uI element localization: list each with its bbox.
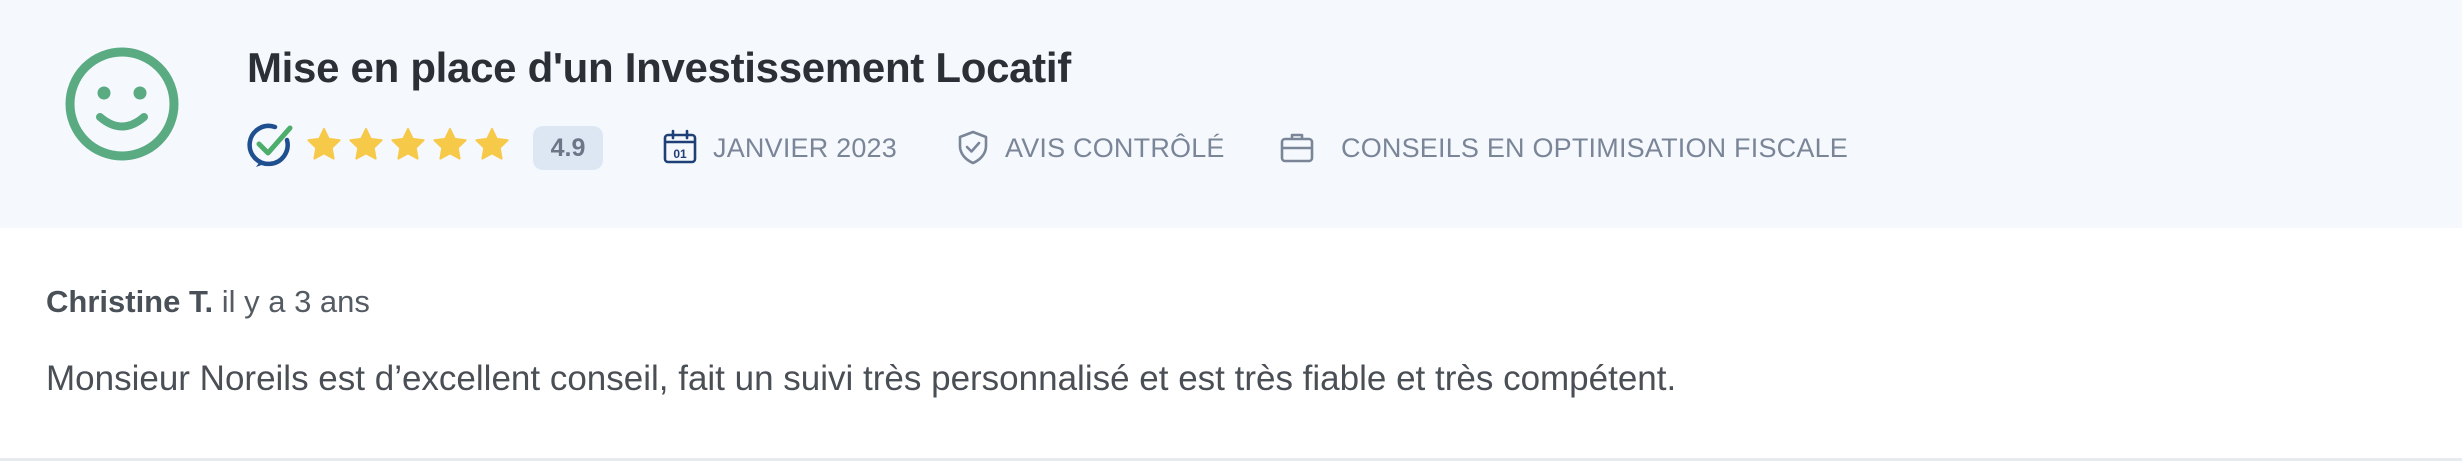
shield-check-icon [958, 130, 988, 165]
review-author-line: Christine T. il y a 3 ans [46, 284, 370, 320]
review-status: AVIS CONTRÔLÉ [1005, 133, 1225, 163]
calendar-day: 01 [673, 147, 687, 161]
rating-badge: 4.9 [533, 126, 603, 170]
smiley-face-icon [65, 47, 179, 161]
star-icon [433, 127, 467, 160]
star-icon [349, 127, 383, 160]
star-icon [307, 127, 341, 160]
star-icon [391, 127, 425, 160]
calendar-icon: 01 [663, 129, 697, 164]
review-date: JANVIER 2023 [713, 133, 897, 163]
review-title: Mise en place d'un Investissement Locati… [247, 44, 1071, 91]
review-header: Mise en place d'un Investissement Locati… [0, 0, 2462, 228]
review-time-ago: il y a 3 ans [221, 284, 370, 319]
review-author: Christine T. [46, 284, 214, 319]
verified-check-icon [247, 123, 293, 167]
review-category: CONSEILS EN OPTIMISATION FISCALE [1341, 133, 1848, 163]
star-rating [305, 126, 511, 166]
briefcase-icon [1280, 133, 1314, 163]
review-card: Mise en place d'un Investissement Locati… [0, 0, 2462, 462]
divider [0, 458, 2462, 461]
star-icon [475, 127, 509, 160]
review-text: Monsieur Noreils est d’excellent conseil… [46, 359, 1677, 398]
